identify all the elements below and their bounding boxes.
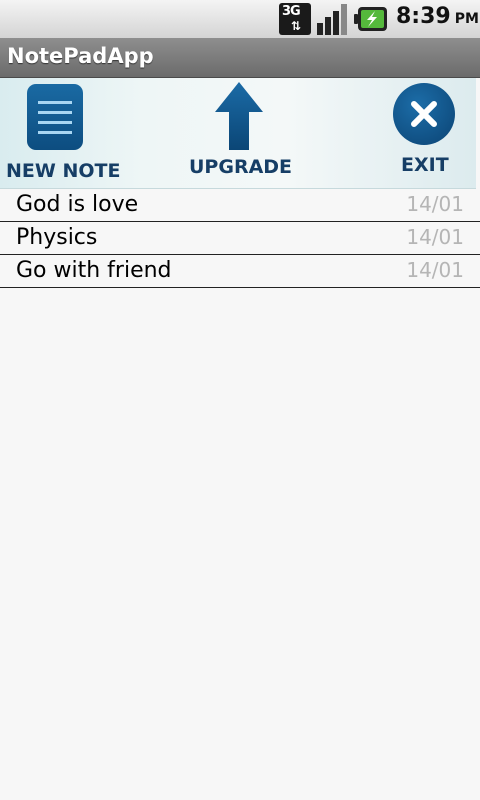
notes-list: God is love 14/01 Physics 14/01 Go with … [0, 189, 480, 288]
note-date: 14/01 [406, 192, 464, 216]
note-row[interactable]: Go with friend 14/01 [0, 255, 480, 288]
exit-button[interactable]: EXIT [384, 78, 474, 188]
clock-ampm: PM [454, 11, 479, 27]
notes-list-icon [27, 84, 83, 150]
note-row[interactable]: God is love 14/01 [0, 189, 480, 222]
note-date: 14/01 [406, 225, 464, 249]
app-title: NotePadApp [7, 44, 154, 68]
arrow-up-icon [215, 82, 263, 150]
status-bar: 3G ⇅ 8:39 PM [0, 0, 480, 39]
clock-time: 8:39 [396, 4, 451, 29]
upgrade-label: UPGRADE [189, 156, 293, 178]
battery-charging-icon [354, 7, 387, 31]
new-note-button[interactable]: NEW NOTE [0, 78, 120, 188]
note-title: Physics [16, 225, 98, 250]
upgrade-button[interactable]: UPGRADE [182, 78, 302, 188]
clock: 8:39 PM [396, 4, 479, 29]
new-note-label: NEW NOTE [6, 160, 121, 182]
exit-label: EXIT [401, 154, 449, 176]
toolbar: NEW NOTE UPGRADE EXIT [0, 78, 476, 189]
title-bar: NotePadApp [0, 38, 480, 78]
data-transfer-arrows-icon: ⇅ [291, 19, 302, 33]
network-3g-icon: 3G ⇅ [279, 3, 311, 35]
signal-strength-icon [317, 4, 347, 35]
close-icon [393, 83, 455, 145]
note-title: Go with friend [16, 258, 172, 283]
note-title: God is love [16, 192, 139, 217]
network-type-label: 3G [282, 4, 301, 19]
note-row[interactable]: Physics 14/01 [0, 222, 480, 255]
note-date: 14/01 [406, 258, 464, 282]
